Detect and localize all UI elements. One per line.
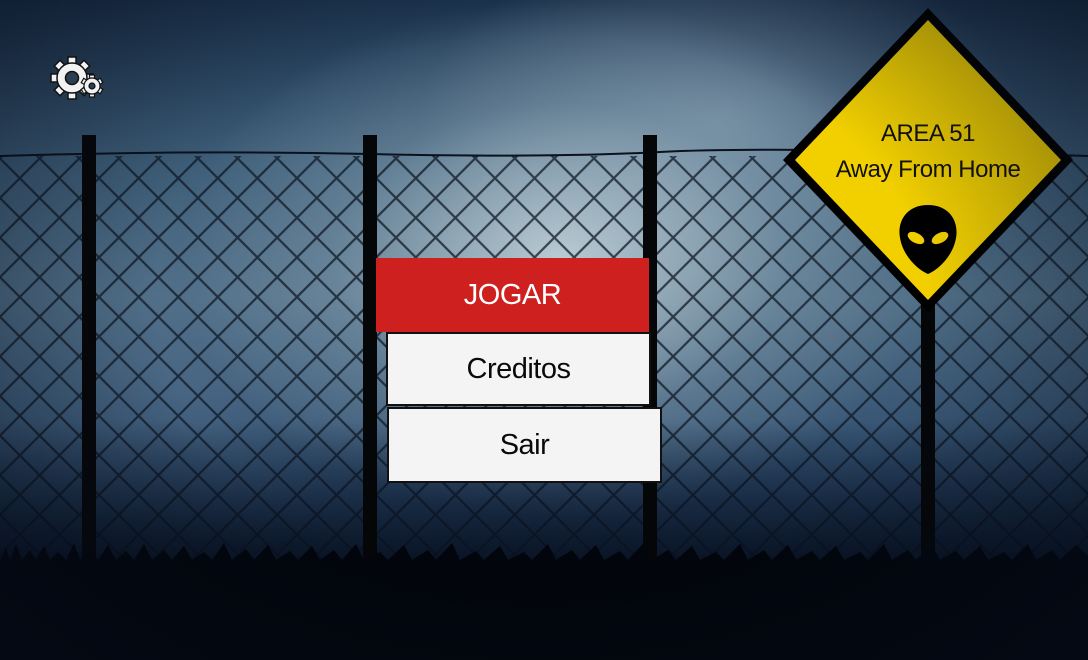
credits-button[interactable]: Creditos xyxy=(386,332,651,406)
play-button[interactable]: JOGAR xyxy=(376,258,649,332)
grass-silhouette xyxy=(0,543,1088,660)
settings-button[interactable] xyxy=(44,52,106,104)
gear-icon xyxy=(50,56,104,100)
sign-subtitle: Away From Home xyxy=(835,156,1021,183)
fence-post xyxy=(363,135,377,565)
fence-post xyxy=(82,135,96,565)
main-menu-screen: AREA 51 Away From Home JOGAR Creditos Sa… xyxy=(0,0,1088,660)
sign-post xyxy=(921,300,935,565)
sign-title: AREA 51 xyxy=(881,120,975,147)
exit-button[interactable]: Sair xyxy=(387,407,662,483)
